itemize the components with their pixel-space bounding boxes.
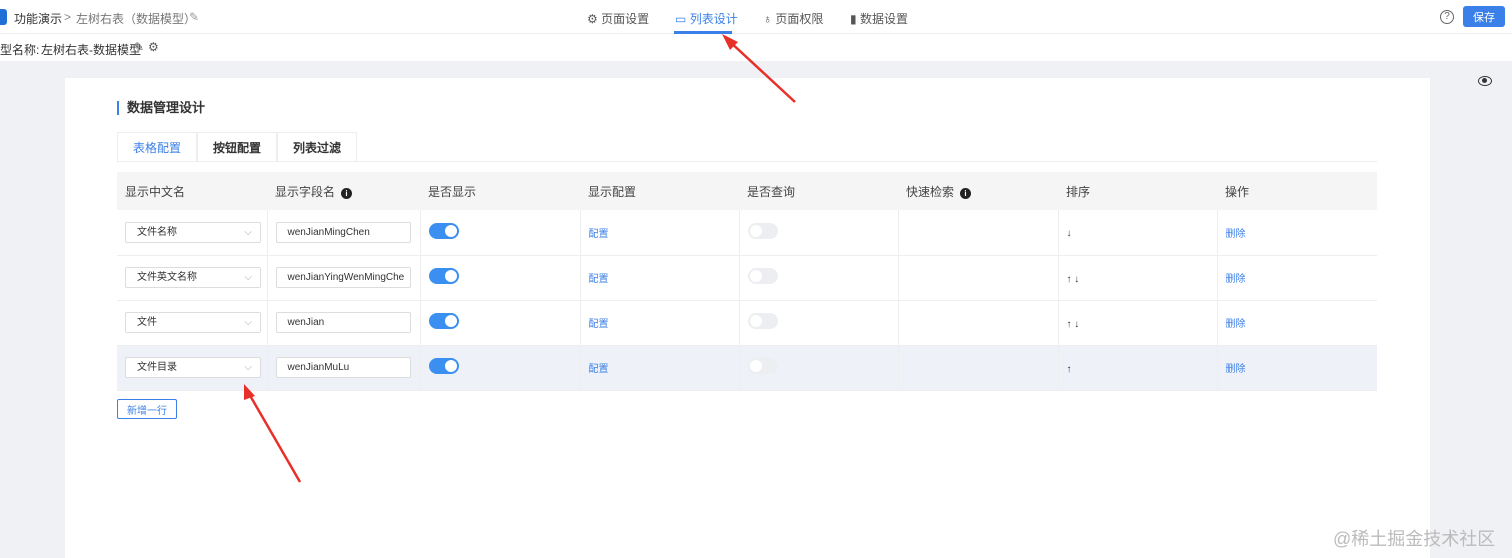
annotation-arrows [244, 34, 796, 483]
arrow-head [244, 384, 255, 400]
watermark: @稀土掘金技术社区 [1333, 529, 1496, 549]
arrow-line [727, 39, 796, 103]
arrow-line [246, 391, 302, 483]
